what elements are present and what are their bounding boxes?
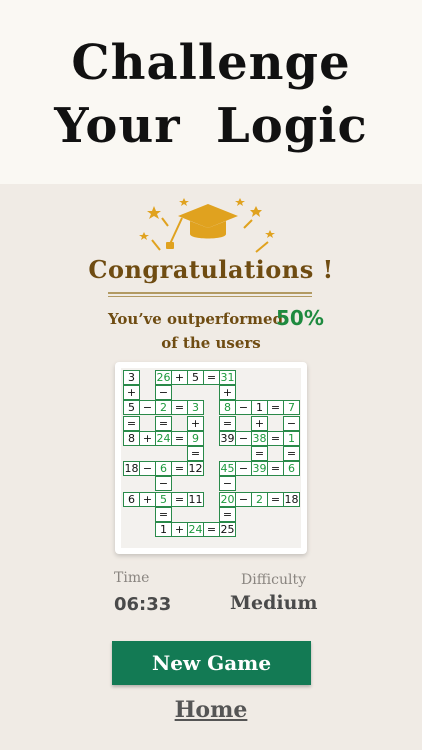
- puzzle-cell: =: [251, 446, 268, 461]
- puzzle-cell: =: [155, 415, 172, 431]
- puzzle-cell: 9: [187, 430, 204, 446]
- puzzle-cell: 7: [283, 400, 300, 416]
- puzzle-cell: 45: [219, 461, 236, 477]
- puzzle-cell: 5: [155, 491, 172, 507]
- puzzle-cell: +: [123, 385, 140, 401]
- outperform-text: You’ve outperformed: [108, 310, 284, 328]
- puzzle-cell: 3: [123, 370, 140, 385]
- puzzle-cell: 39: [219, 430, 236, 446]
- puzzle-cell: 2: [251, 491, 268, 507]
- puzzle-cell: 8: [219, 400, 236, 416]
- puzzle-cell: =: [267, 430, 284, 446]
- puzzle-cell: +: [139, 430, 156, 446]
- puzzle-cell: =: [203, 370, 220, 385]
- puzzle-cell: 1: [283, 430, 300, 446]
- difficulty-label: Difficulty: [241, 572, 306, 588]
- puzzle-cell: 26: [155, 370, 172, 385]
- outperform-suffix: of the users: [161, 334, 261, 352]
- puzzle-cell: 5: [187, 370, 204, 385]
- headline-line-2: Your Logic: [54, 98, 368, 154]
- puzzle-cell: =: [267, 400, 284, 416]
- puzzle-cell: −: [139, 400, 156, 416]
- outperform-percentage: 50%: [276, 306, 324, 330]
- puzzle-board: 3 26 +5 = 31 + − +5−2 = 3 8−1 = 7 = = + = + −8 +24 = 9 39−38 = 1…: [115, 362, 307, 554]
- puzzle-cell: +: [139, 491, 156, 507]
- puzzle-cell: =: [267, 461, 284, 477]
- puzzle-cell: 1: [155, 522, 172, 537]
- puzzle-cell: +: [171, 370, 188, 385]
- time-label: Time: [114, 570, 150, 586]
- puzzle-cell: 5: [123, 400, 140, 416]
- puzzle-cell: 2: [155, 400, 172, 416]
- puzzle-grid: 3 26 +5 = 31 + − +5−2 = 3 8−1 = 7 = = + = + −8 +24 = 9 39−38 = 1…: [121, 368, 301, 548]
- puzzle-cell: 12: [187, 461, 204, 477]
- puzzle-cell: =: [267, 491, 284, 507]
- puzzle-cell: 39: [251, 461, 268, 477]
- puzzle-cell: −: [235, 461, 252, 477]
- puzzle-cell: 11: [187, 491, 204, 507]
- home-link[interactable]: Home: [0, 697, 422, 723]
- puzzle-cell: 3: [187, 400, 204, 416]
- puzzle-cell: −: [235, 400, 252, 416]
- puzzle-cell: =: [171, 491, 188, 507]
- puzzle-cell: −: [139, 461, 156, 477]
- new-game-button[interactable]: New Game: [112, 641, 311, 685]
- congratulations-title: Congratulations !: [88, 255, 334, 284]
- puzzle-cell: −: [155, 385, 172, 401]
- difficulty-value: Medium: [230, 592, 318, 614]
- puzzle-cell: −: [235, 491, 252, 507]
- title-divider: [108, 292, 312, 294]
- puzzle-cell: =: [123, 415, 140, 431]
- puzzle-cell: −: [219, 476, 236, 492]
- puzzle-cell: =: [155, 506, 172, 522]
- puzzle-cell: =: [203, 522, 220, 537]
- puzzle-cell: =: [171, 400, 188, 416]
- puzzle-cell: 8: [123, 430, 140, 446]
- puzzle-cell: 18: [123, 461, 140, 477]
- puzzle-cell: 24: [155, 430, 172, 446]
- time-value: 06:33: [114, 594, 172, 615]
- puzzle-cell: =: [187, 446, 204, 461]
- puzzle-cell: −: [235, 430, 252, 446]
- header-banner: [0, 0, 422, 184]
- puzzle-cell: 6: [123, 491, 140, 507]
- puzzle-cell: 1: [251, 400, 268, 416]
- puzzle-cell: −: [155, 476, 172, 492]
- puzzle-cell: =: [219, 415, 236, 431]
- puzzle-cell: +: [219, 385, 236, 401]
- puzzle-cell: +: [251, 415, 268, 431]
- headline-line-1: Challenge: [71, 35, 351, 91]
- puzzle-cell: 6: [155, 461, 172, 477]
- puzzle-cell: =: [283, 446, 300, 461]
- puzzle-cell: −: [283, 415, 300, 431]
- puzzle-cell: 24: [187, 522, 204, 537]
- title-divider-thin: [108, 296, 312, 297]
- puzzle-cell: =: [171, 430, 188, 446]
- puzzle-cell: 18: [283, 491, 300, 507]
- puzzle-cell: +: [171, 522, 188, 537]
- puzzle-cell: =: [171, 461, 188, 477]
- puzzle-cell: 38: [251, 430, 268, 446]
- puzzle-cell: 25: [219, 522, 236, 537]
- puzzle-cell: 20: [219, 491, 236, 507]
- puzzle-cell: 31: [219, 370, 236, 385]
- graduation-cap-icon: [139, 198, 275, 253]
- puzzle-cell: 6: [283, 461, 300, 477]
- puzzle-cell: =: [219, 506, 236, 522]
- puzzle-cell: +: [187, 415, 204, 431]
